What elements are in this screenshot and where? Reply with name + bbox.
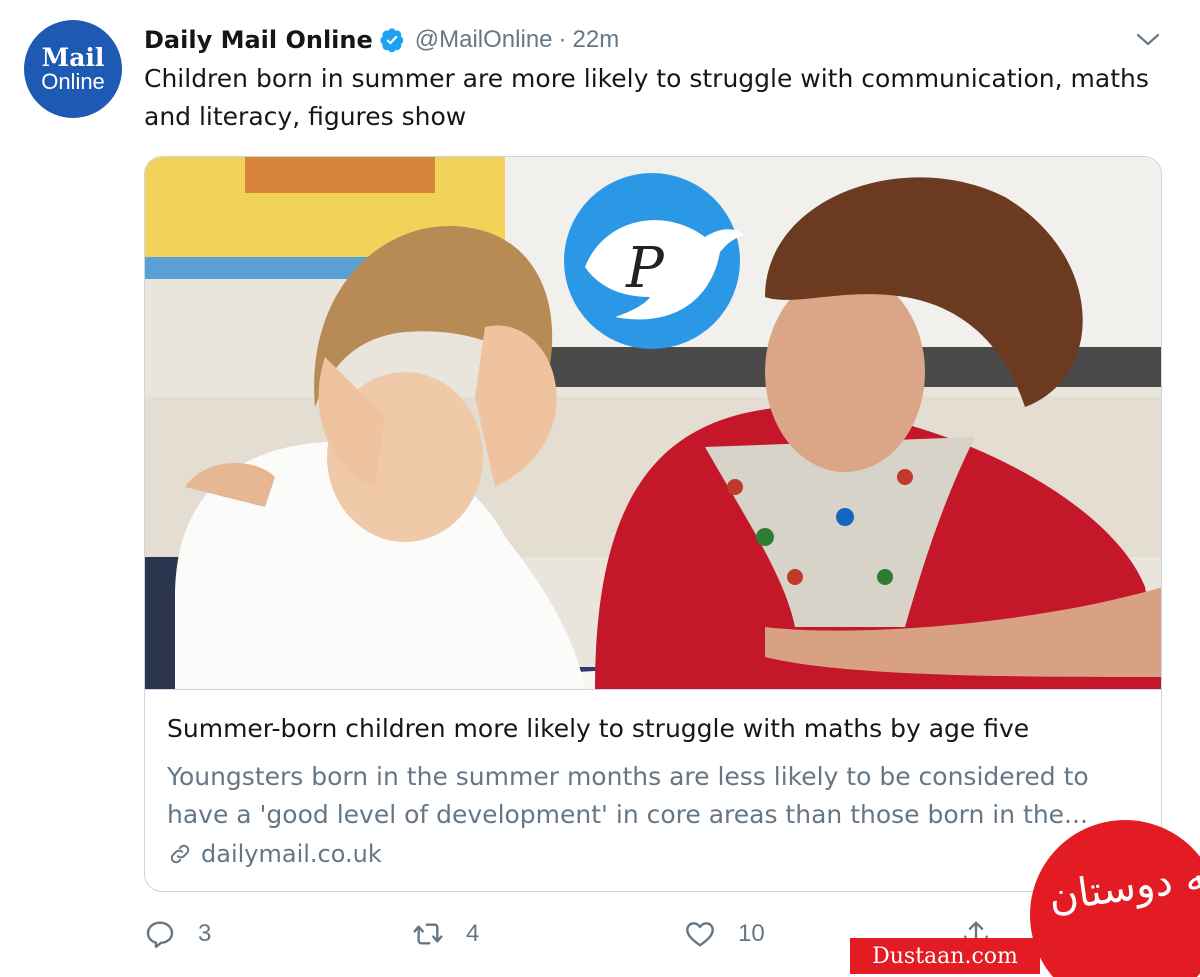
card-domain-link[interactable]: dailymail.co.uk <box>167 840 382 868</box>
avatar-line-2: Online <box>41 68 105 94</box>
reply-button[interactable]: 3 <box>144 912 211 956</box>
card-photo[interactable]: P <box>145 157 1161 689</box>
link-icon <box>170 844 190 864</box>
avatar-line-1: Mail <box>41 42 105 72</box>
verified-badge-icon <box>379 27 405 53</box>
watermark-bar: Dustaan.com <box>850 938 1040 974</box>
reply-icon <box>146 921 174 948</box>
reply-count: 3 <box>198 920 212 947</box>
author-handle[interactable]: @MailOnline <box>415 26 553 54</box>
chevron-down-icon[interactable] <box>1134 28 1162 52</box>
retweet-count: 4 <box>466 920 480 947</box>
retweet-icon <box>413 923 443 945</box>
card-title[interactable]: Summer-born children more likely to stru… <box>167 714 1029 743</box>
retweet-button[interactable]: 4 <box>412 912 479 956</box>
card-domain: dailymail.co.uk <box>201 840 382 868</box>
heart-icon <box>686 922 714 947</box>
tweet-timestamp[interactable]: 22m <box>573 26 620 54</box>
like-count: 10 <box>738 920 765 947</box>
overlay-logo-letter: P <box>625 236 665 301</box>
tweet-text: Children born in summer are more likely … <box>144 64 1149 131</box>
watermark-circle-text: مجله دوستان <box>1045 844 1200 922</box>
link-card[interactable]: P Summer-born children more likely to st… <box>144 156 1162 892</box>
header-separator: · <box>558 26 567 53</box>
card-body[interactable]: Summer-born children more likely to stru… <box>145 689 1161 891</box>
author-avatar[interactable]: Mail Online <box>24 20 122 118</box>
card-description: Youngsters born in the summer months are… <box>167 762 1089 829</box>
author-name[interactable]: Daily Mail Online <box>144 26 373 54</box>
like-button[interactable]: 10 <box>684 912 765 956</box>
tweet[interactable]: Mail Online Daily Mail Online @MailOnlin… <box>0 0 1200 977</box>
tweet-header: Daily Mail Online @MailOnline · 22m <box>144 22 619 58</box>
photo-illustration: P <box>145 157 1161 689</box>
